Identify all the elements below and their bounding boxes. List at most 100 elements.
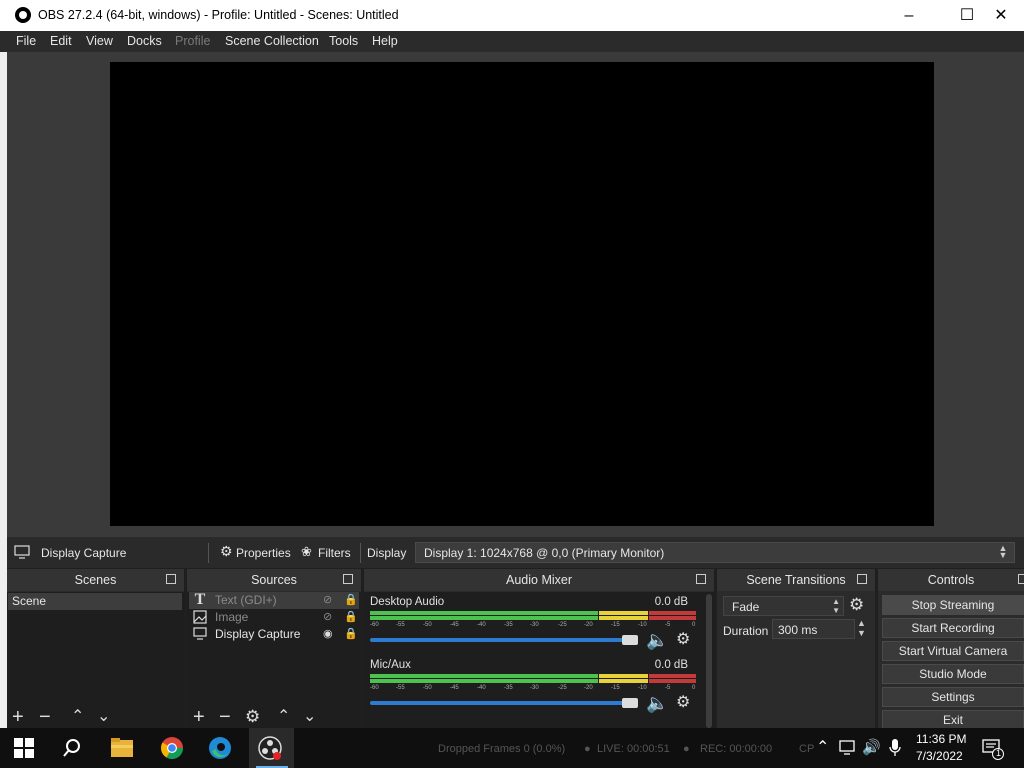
volume-slider-handle[interactable] bbox=[622, 698, 638, 708]
channel-name: Mic/Aux bbox=[370, 659, 411, 671]
context-source-name: Display Capture bbox=[41, 546, 127, 560]
menu-profile[interactable]: Profile bbox=[175, 34, 210, 48]
menu-edit[interactable]: Edit bbox=[50, 34, 72, 48]
menu-tools[interactable]: Tools bbox=[329, 34, 358, 48]
monitor-icon bbox=[193, 627, 207, 640]
source-item-display-capture[interactable]: Display Capture ◉ 🔒 bbox=[189, 626, 359, 643]
remove-icon[interactable]: − bbox=[219, 707, 231, 727]
volume-slider[interactable] bbox=[370, 635, 638, 645]
scene-item[interactable]: Scene bbox=[8, 593, 182, 610]
source-item-image[interactable]: Image ⊘ 🔒 bbox=[189, 609, 359, 626]
controls-body: Stop Streaming Start Recording Start Vir… bbox=[878, 592, 1024, 730]
menu-docks[interactable]: Docks bbox=[127, 34, 162, 48]
volume-slider-handle[interactable] bbox=[622, 635, 638, 645]
taskbar: Dropped Frames 0 (0.0%) ● LIVE: 00:00:51… bbox=[0, 728, 1024, 768]
menu-scene-collection[interactable]: Scene Collection bbox=[225, 34, 319, 48]
studio-mode-button[interactable]: Studio Mode bbox=[882, 664, 1024, 684]
volume-meter bbox=[370, 679, 696, 683]
meter-scale: -60 -55 -50 -45 -40 -35 -30 -25 -20 -15 … bbox=[370, 622, 696, 628]
float-dock-icon[interactable] bbox=[343, 574, 353, 584]
float-dock-icon[interactable] bbox=[166, 574, 176, 584]
speaker-icon[interactable]: 🔈 bbox=[646, 631, 668, 649]
source-item-text[interactable]: T Text (GDI+) ⊘ 🔒 bbox=[189, 592, 359, 609]
volume-icon[interactable]: 🔊 bbox=[862, 738, 881, 756]
preview-canvas[interactable] bbox=[110, 62, 934, 526]
speaker-icon[interactable]: 🔈 bbox=[646, 694, 668, 712]
audio-mixer-body: Desktop Audio 0.0 dB -60 -55 -50 -45 -40… bbox=[364, 592, 714, 729]
eye-hidden-icon[interactable]: ⊘ bbox=[323, 611, 337, 623]
menu-help[interactable]: Help bbox=[372, 34, 398, 48]
settings-button[interactable]: Settings bbox=[882, 687, 1024, 707]
move-down-icon[interactable]: ⌄ bbox=[303, 707, 316, 727]
file-explorer-icon[interactable] bbox=[110, 736, 134, 760]
channel-db: 0.0 dB bbox=[654, 659, 688, 671]
obs-logo-icon bbox=[15, 7, 31, 23]
float-dock-icon[interactable] bbox=[696, 574, 706, 584]
gear-icon[interactable]: ⚙ bbox=[849, 595, 864, 615]
add-icon[interactable]: + bbox=[193, 707, 205, 727]
menu-file[interactable]: File bbox=[16, 34, 36, 48]
float-dock-icon[interactable] bbox=[1018, 574, 1024, 584]
sources-title: Sources bbox=[187, 569, 361, 591]
filters-button[interactable]: Filters bbox=[318, 546, 351, 560]
chevron-updown-icon: ▲ ▼ bbox=[998, 543, 1008, 560]
clock-date[interactable]: 7/3/2022 bbox=[916, 749, 963, 763]
chrome-icon[interactable] bbox=[160, 736, 184, 760]
clock-time[interactable]: 11:36 PM bbox=[916, 732, 966, 746]
volume-slider[interactable] bbox=[370, 698, 638, 708]
close-button[interactable]: ✕ bbox=[978, 0, 1024, 31]
display-select-value: Display 1: 1024x768 @ 0,0 (Primary Monit… bbox=[424, 546, 665, 560]
source-label: Image bbox=[215, 610, 249, 624]
rec-status: REC: 00:00:00 bbox=[700, 743, 773, 755]
network-icon[interactable] bbox=[838, 739, 862, 763]
move-up-icon[interactable]: ⌃ bbox=[277, 707, 290, 727]
search-icon[interactable] bbox=[62, 738, 86, 762]
exit-button[interactable]: Exit bbox=[882, 710, 1024, 730]
float-dock-icon[interactable] bbox=[857, 574, 867, 584]
channel-name: Desktop Audio bbox=[370, 596, 445, 608]
scenes-dock: Scenes Scene + − ⌃ ⌄ bbox=[7, 569, 184, 729]
remove-icon[interactable]: − bbox=[39, 707, 51, 727]
gear-icon[interactable]: ⚙ bbox=[245, 707, 260, 727]
minimize-button[interactable]: – bbox=[886, 0, 932, 31]
image-icon bbox=[193, 610, 207, 624]
move-down-icon[interactable]: ⌄ bbox=[97, 707, 110, 727]
edge-icon[interactable] bbox=[208, 736, 232, 760]
scenes-title: Scenes bbox=[7, 569, 184, 591]
audio-channel-mic: Mic/Aux 0.0 dB -60 -55 -50 -45 -40 -35 -… bbox=[368, 659, 696, 719]
lock-icon[interactable]: 🔒 bbox=[344, 627, 358, 641]
divider bbox=[360, 543, 361, 563]
notification-icon[interactable] bbox=[982, 738, 1006, 762]
duration-input[interactable]: 300 ms bbox=[772, 619, 855, 639]
properties-button[interactable]: Properties bbox=[236, 546, 291, 560]
filters-icon: ❀ bbox=[301, 544, 312, 559]
lock-icon[interactable]: 🔒 bbox=[344, 593, 358, 607]
start-virtual-camera-button[interactable]: Start Virtual Camera bbox=[882, 641, 1024, 661]
windows-start-icon[interactable] bbox=[14, 738, 38, 762]
transition-select[interactable]: Fade ▲ ▼ bbox=[723, 596, 844, 616]
obs-taskbar-icon[interactable] bbox=[258, 736, 282, 760]
dropped-frames-status: Dropped Frames 0 (0.0%) bbox=[438, 743, 566, 755]
audio-mixer-scrollbar[interactable] bbox=[706, 594, 712, 728]
menu-view[interactable]: View bbox=[86, 34, 113, 48]
source-label: Display Capture bbox=[215, 627, 301, 641]
gear-icon: ⚙ bbox=[220, 543, 233, 559]
duration-stepper-icon[interactable]: ▲ ▼ bbox=[857, 618, 866, 638]
duration-label: Duration bbox=[723, 624, 769, 638]
stop-streaming-button[interactable]: Stop Streaming bbox=[882, 595, 1024, 615]
chevron-up-icon[interactable]: ⌃ bbox=[816, 737, 829, 757]
sources-dock: Sources T Text (GDI+) ⊘ 🔒 Image ⊘ 🔒 Disp… bbox=[187, 569, 361, 729]
start-recording-button[interactable]: Start Recording bbox=[882, 618, 1024, 638]
display-select[interactable]: Display 1: 1024x768 @ 0,0 (Primary Monit… bbox=[415, 542, 1015, 563]
live-status-icon: ● bbox=[584, 743, 591, 755]
volume-meter bbox=[370, 674, 696, 678]
display-label: Display bbox=[367, 546, 407, 560]
add-icon[interactable]: + bbox=[12, 707, 24, 727]
gear-icon[interactable]: ⚙ bbox=[676, 632, 690, 648]
lock-icon[interactable]: 🔒 bbox=[344, 610, 358, 624]
move-up-icon[interactable]: ⌃ bbox=[71, 707, 84, 727]
eye-hidden-icon[interactable]: ⊘ bbox=[323, 594, 337, 606]
eye-icon[interactable]: ◉ bbox=[323, 628, 337, 640]
microphone-icon[interactable] bbox=[888, 738, 912, 762]
gear-icon[interactable]: ⚙ bbox=[676, 695, 690, 711]
